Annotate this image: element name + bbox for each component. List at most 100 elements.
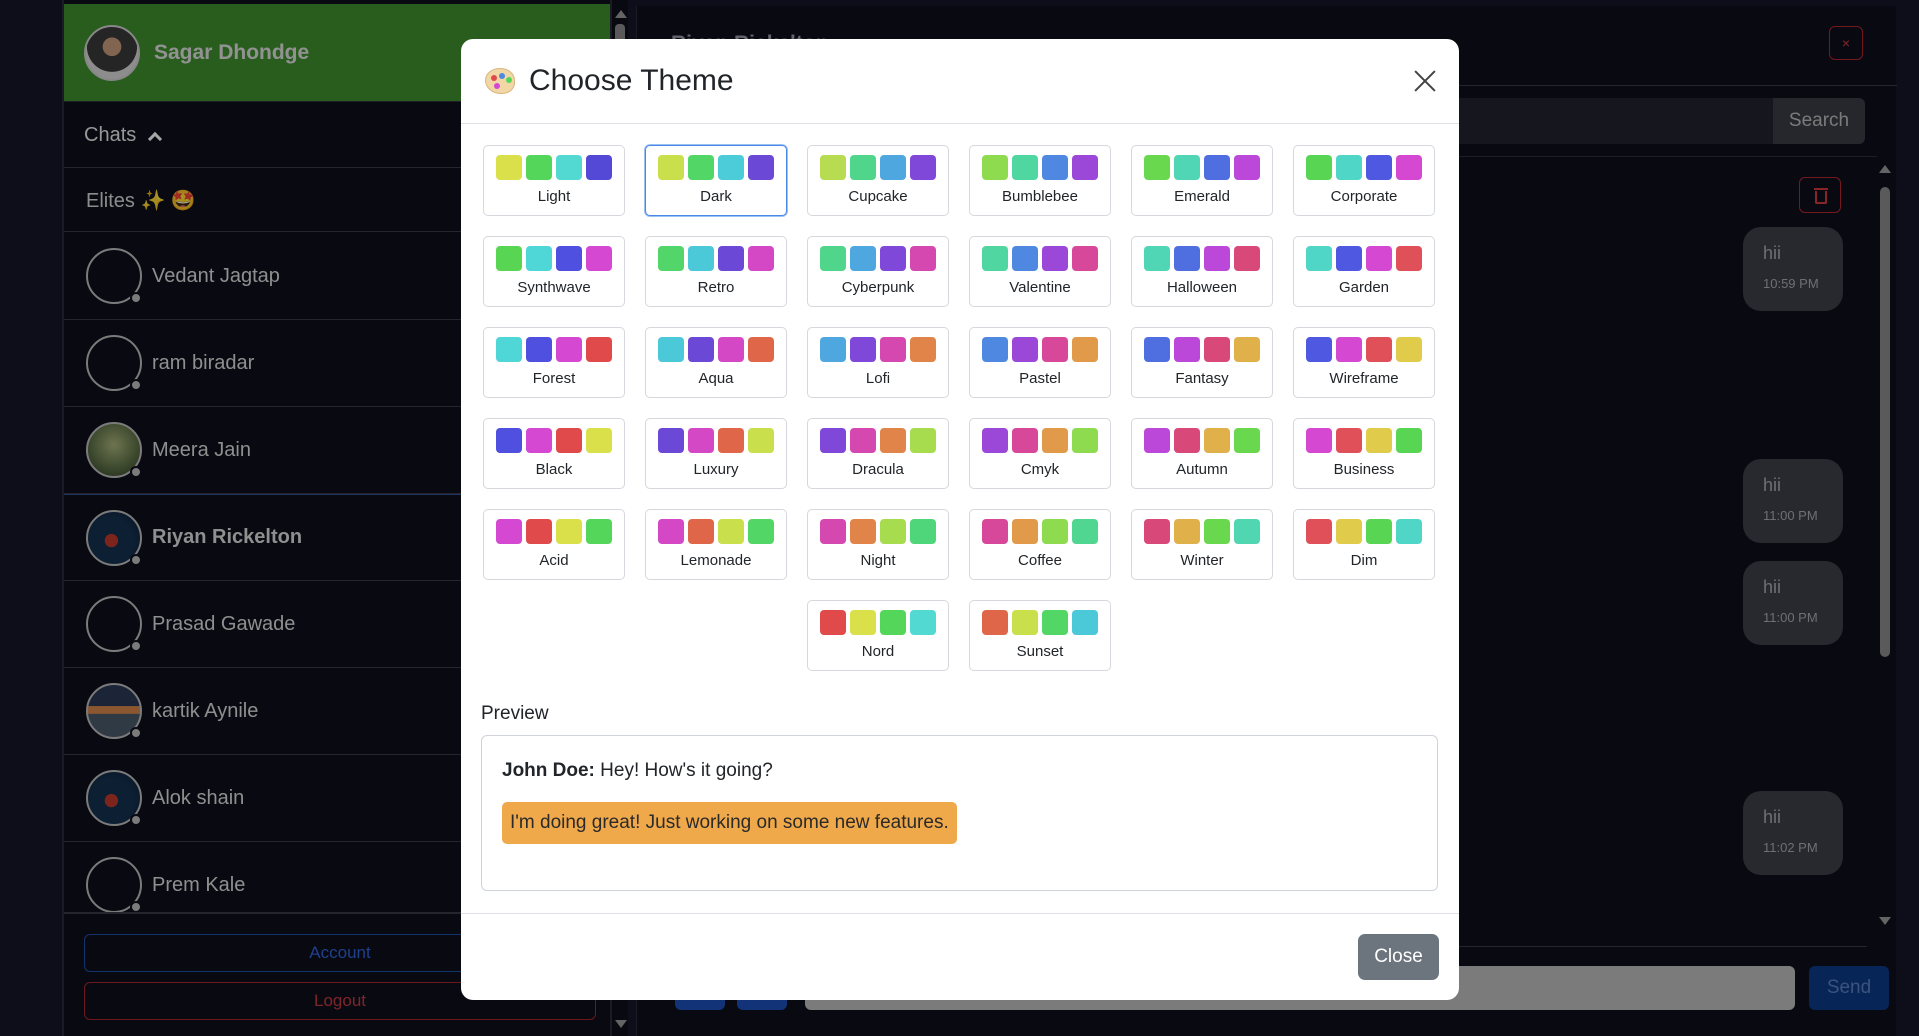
color-swatch — [1144, 246, 1170, 271]
color-swatch — [748, 155, 774, 180]
theme-option-dracula[interactable]: Dracula — [807, 418, 949, 489]
color-swatch — [1012, 337, 1038, 362]
theme-option-bumblebee[interactable]: Bumblebee — [969, 145, 1111, 216]
theme-option-night[interactable]: Night — [807, 509, 949, 580]
theme-swatches — [1144, 337, 1260, 362]
color-swatch — [1072, 428, 1098, 453]
color-swatch — [748, 519, 774, 544]
theme-option-winter[interactable]: Winter — [1131, 509, 1273, 580]
color-swatch — [1012, 610, 1038, 635]
color-swatch — [982, 519, 1008, 544]
color-swatch — [1204, 519, 1230, 544]
theme-option-emerald[interactable]: Emerald — [1131, 145, 1273, 216]
theme-option-lofi[interactable]: Lofi — [807, 327, 949, 398]
color-swatch — [1072, 246, 1098, 271]
theme-option-cupcake[interactable]: Cupcake — [807, 145, 949, 216]
color-swatch — [850, 610, 876, 635]
color-swatch — [1396, 155, 1422, 180]
color-swatch — [820, 246, 846, 271]
color-swatch — [586, 246, 612, 271]
color-swatch — [586, 428, 612, 453]
theme-swatches — [496, 246, 612, 271]
color-swatch — [1396, 246, 1422, 271]
theme-option-acid[interactable]: Acid — [483, 509, 625, 580]
theme-option-sunset[interactable]: Sunset — [969, 600, 1111, 671]
color-swatch — [1204, 155, 1230, 180]
theme-swatches — [658, 246, 774, 271]
theme-swatches — [658, 155, 774, 180]
theme-option-retro[interactable]: Retro — [645, 236, 787, 307]
theme-option-nord[interactable]: Nord — [807, 600, 949, 671]
close-button[interactable]: Close — [1358, 934, 1439, 980]
theme-swatches — [1306, 337, 1422, 362]
color-swatch — [1306, 337, 1332, 362]
theme-label: Dracula — [852, 461, 904, 478]
theme-label: Business — [1333, 461, 1395, 478]
close-icon[interactable] — [1409, 65, 1441, 97]
preview-reply: I'm doing great! Just working on some ne… — [502, 802, 957, 844]
theme-label: Emerald — [1174, 188, 1230, 205]
theme-option-coffee[interactable]: Coffee — [969, 509, 1111, 580]
color-swatch — [910, 610, 936, 635]
theme-option-wireframe[interactable]: Wireframe — [1293, 327, 1435, 398]
color-swatch — [1072, 519, 1098, 544]
theme-option-cmyk[interactable]: Cmyk — [969, 418, 1111, 489]
theme-option-lemonade[interactable]: Lemonade — [645, 509, 787, 580]
theme-swatches — [1306, 519, 1422, 544]
theme-label: Pastel — [1019, 370, 1061, 387]
color-swatch — [718, 337, 744, 362]
color-swatch — [556, 155, 582, 180]
theme-swatches — [496, 155, 612, 180]
theme-option-dim[interactable]: Dim — [1293, 509, 1435, 580]
color-swatch — [910, 246, 936, 271]
color-swatch — [850, 428, 876, 453]
theme-swatches — [982, 610, 1098, 635]
theme-option-halloween[interactable]: Halloween — [1131, 236, 1273, 307]
theme-option-cyberpunk[interactable]: Cyberpunk — [807, 236, 949, 307]
color-swatch — [880, 610, 906, 635]
color-swatch — [1366, 337, 1392, 362]
theme-label: Light — [537, 188, 571, 205]
color-swatch — [526, 519, 552, 544]
color-swatch — [658, 428, 684, 453]
color-swatch — [1042, 155, 1068, 180]
color-swatch — [1174, 246, 1200, 271]
theme-option-valentine[interactable]: Valentine — [969, 236, 1111, 307]
color-swatch — [658, 337, 684, 362]
theme-grid: Light Dark Cupcake Bumblebee Emerald Corporat… — [483, 145, 1437, 671]
color-swatch — [1204, 246, 1230, 271]
theme-option-synthwave[interactable]: Synthwave — [483, 236, 625, 307]
theme-option-light[interactable]: Light — [483, 145, 625, 216]
preview-text: Hey! How's it going? — [600, 760, 773, 781]
color-swatch — [982, 337, 1008, 362]
theme-swatches — [496, 519, 612, 544]
theme-option-forest[interactable]: Forest — [483, 327, 625, 398]
color-swatch — [880, 155, 906, 180]
color-swatch — [1306, 428, 1332, 453]
theme-option-dark[interactable]: Dark — [645, 145, 787, 216]
color-swatch — [1072, 610, 1098, 635]
theme-option-business[interactable]: Business — [1293, 418, 1435, 489]
theme-swatches — [1144, 428, 1260, 453]
color-swatch — [1396, 428, 1422, 453]
theme-swatches — [820, 428, 936, 453]
color-swatch — [1366, 428, 1392, 453]
theme-option-luxury[interactable]: Luxury — [645, 418, 787, 489]
theme-option-corporate[interactable]: Corporate — [1293, 145, 1435, 216]
theme-label: Cyberpunk — [841, 279, 915, 296]
theme-option-fantasy[interactable]: Fantasy — [1131, 327, 1273, 398]
theme-label: Lemonade — [680, 552, 752, 569]
theme-option-black[interactable]: Black — [483, 418, 625, 489]
theme-label: Lofi — [865, 370, 891, 387]
theme-option-autumn[interactable]: Autumn — [1131, 418, 1273, 489]
theme-label: Bumblebee — [1002, 188, 1078, 205]
theme-option-garden[interactable]: Garden — [1293, 236, 1435, 307]
theme-option-aqua[interactable]: Aqua — [645, 327, 787, 398]
color-swatch — [1366, 519, 1392, 544]
color-swatch — [526, 155, 552, 180]
color-swatch — [910, 155, 936, 180]
theme-option-pastel[interactable]: Pastel — [969, 327, 1111, 398]
color-swatch — [1174, 155, 1200, 180]
color-swatch — [718, 428, 744, 453]
color-swatch — [1336, 519, 1362, 544]
